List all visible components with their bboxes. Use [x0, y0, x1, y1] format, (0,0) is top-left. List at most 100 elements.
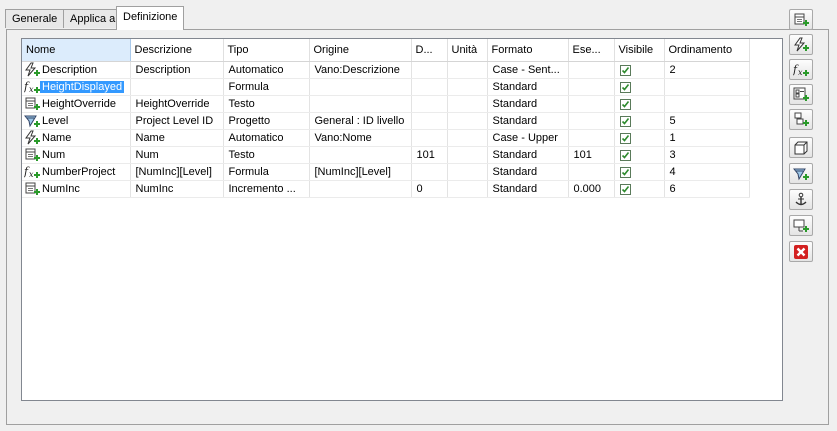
cell-descrizione[interactable]: Name	[130, 129, 224, 147]
delete-property-button[interactable]	[789, 241, 813, 262]
visible-checkbox[interactable]	[619, 149, 631, 161]
cell-tipo[interactable]: Automatico	[223, 129, 310, 147]
cell-origine[interactable]: General : ID livello	[309, 112, 412, 130]
tab-applica-a[interactable]: Applica a	[63, 9, 123, 28]
cell-ese[interactable]	[568, 78, 615, 96]
column-header-ese[interactable]: Ese...	[568, 39, 615, 62]
cell-ordinamento[interactable]: 2	[664, 61, 750, 79]
cell-d[interactable]	[411, 61, 448, 79]
column-header-d[interactable]: D...	[411, 39, 448, 62]
add-project-property-button[interactable]	[789, 163, 813, 184]
column-header-formato[interactable]: Formato	[487, 39, 569, 62]
table-row[interactable]: Level Project Level ID Progetto General : I…	[22, 112, 750, 130]
cell-tipo[interactable]: Automatico	[223, 61, 310, 79]
cell-unita[interactable]	[447, 163, 488, 181]
cell-origine[interactable]: Vano:Nome	[309, 129, 412, 147]
table-row[interactable]: Num Num Testo 101 Standard 101 3	[22, 146, 750, 164]
cell-unita[interactable]	[447, 61, 488, 79]
tab-definizione[interactable]: Definizione	[116, 6, 185, 30]
cell-unita[interactable]	[447, 146, 488, 164]
visible-checkbox[interactable]	[619, 64, 631, 76]
cell-descrizione[interactable]	[130, 78, 224, 96]
cell-d[interactable]	[411, 78, 448, 96]
tab-generale[interactable]: Generale	[5, 9, 65, 28]
cell-ordinamento[interactable]: 3	[664, 146, 750, 164]
cell-descrizione[interactable]: NumInc	[130, 180, 224, 198]
cell-tipo[interactable]: Progetto	[223, 112, 310, 130]
cell-nome[interactable]: HeightOverride	[22, 95, 131, 113]
visible-checkbox[interactable]	[619, 115, 631, 127]
cell-formato[interactable]: Standard	[487, 95, 569, 113]
cell-tipo[interactable]: Formula	[223, 78, 310, 96]
cell-ordinamento[interactable]	[664, 78, 750, 96]
cell-nome[interactable]: Description	[22, 61, 131, 79]
cell-nome[interactable]: f x NumberProject	[22, 163, 131, 181]
add-classification-property-button[interactable]	[789, 84, 813, 105]
cell-origine[interactable]: [NumInc][Level]	[309, 163, 412, 181]
cell-origine[interactable]: Vano:Descrizione	[309, 61, 412, 79]
cell-origine[interactable]	[309, 78, 412, 96]
cell-formato[interactable]: Standard	[487, 146, 569, 164]
cell-ese[interactable]: 0.000	[568, 180, 615, 198]
cell-tipo[interactable]: Incremento ...	[223, 180, 310, 198]
column-header-visibile[interactable]: Visibile	[614, 39, 665, 62]
cell-nome[interactable]: Name	[22, 129, 131, 147]
column-header-nome[interactable]: Nome	[22, 39, 131, 62]
add-automatic-property-button[interactable]	[789, 34, 813, 55]
cell-formato[interactable]: Standard	[487, 78, 569, 96]
table-row[interactable]: Name Name Automatico Vano:Nome Case - Upper 1	[22, 129, 750, 147]
cell-nome[interactable]: Level	[22, 112, 131, 130]
cell-unita[interactable]	[447, 129, 488, 147]
cell-formato[interactable]: Case - Sent...	[487, 61, 569, 79]
cell-unita[interactable]	[447, 112, 488, 130]
table-row[interactable]: f x HeightDisplayed Formula Standard	[22, 78, 750, 96]
column-header-unita[interactable]: Unità	[447, 39, 488, 62]
column-header-ordinamento[interactable]: Ordinamento	[664, 39, 750, 62]
column-header-descrizione[interactable]: Descrizione	[130, 39, 224, 62]
cell-ese[interactable]	[568, 112, 615, 130]
table-row[interactable]: f x NumberProject [NumInc][Level] Formula [Nu…	[22, 163, 750, 181]
cell-d[interactable]	[411, 95, 448, 113]
cell-ese[interactable]	[568, 95, 615, 113]
table-row[interactable]: NumInc NumInc Incremento ... 0 Standard 0.000…	[22, 180, 750, 198]
cell-tipo[interactable]: Testo	[223, 146, 310, 164]
cell-ese[interactable]: 101	[568, 146, 615, 164]
cell-descrizione[interactable]: Num	[130, 146, 224, 164]
table-row[interactable]: Description Description Automatico Vano:Des…	[22, 61, 750, 79]
column-header-tipo[interactable]: Tipo	[223, 39, 310, 62]
cell-ordinamento[interactable]: 6	[664, 180, 750, 198]
visible-checkbox[interactable]	[619, 98, 631, 110]
add-reference-property-button[interactable]	[789, 215, 813, 236]
cell-tipo[interactable]: Testo	[223, 95, 310, 113]
visible-checkbox[interactable]	[619, 166, 631, 178]
cell-d[interactable]: 101	[411, 146, 448, 164]
cell-ordinamento[interactable]: 1	[664, 129, 750, 147]
cell-d[interactable]	[411, 112, 448, 130]
cell-unita[interactable]	[447, 78, 488, 96]
cell-descrizione[interactable]: HeightOverride	[130, 95, 224, 113]
cell-nome[interactable]: Num	[22, 146, 131, 164]
cell-origine[interactable]	[309, 95, 412, 113]
cell-unita[interactable]	[447, 180, 488, 198]
cell-descrizione[interactable]: Project Level ID	[130, 112, 224, 130]
cell-nome[interactable]: f x HeightDisplayed	[22, 78, 131, 96]
cell-formato[interactable]: Standard	[487, 112, 569, 130]
cell-descrizione[interactable]: Description	[130, 61, 224, 79]
cell-ordinamento[interactable]: 5	[664, 112, 750, 130]
cell-nome[interactable]: NumInc	[22, 180, 131, 198]
visible-checkbox[interactable]	[619, 81, 631, 93]
add-graphic-property-button[interactable]	[789, 137, 813, 158]
cell-ordinamento[interactable]	[664, 95, 750, 113]
cell-d[interactable]	[411, 129, 448, 147]
cell-d[interactable]: 0	[411, 180, 448, 198]
cell-ese[interactable]	[568, 129, 615, 147]
cell-formato[interactable]: Case - Upper	[487, 129, 569, 147]
cell-descrizione[interactable]: [NumInc][Level]	[130, 163, 224, 181]
cell-formato[interactable]: Standard	[487, 163, 569, 181]
cell-ordinamento[interactable]: 4	[664, 163, 750, 181]
add-text-property-button[interactable]	[789, 9, 813, 30]
column-header-origine[interactable]: Origine	[309, 39, 412, 62]
cell-d[interactable]	[411, 163, 448, 181]
visible-checkbox[interactable]	[619, 132, 631, 144]
cell-origine[interactable]	[309, 180, 412, 198]
